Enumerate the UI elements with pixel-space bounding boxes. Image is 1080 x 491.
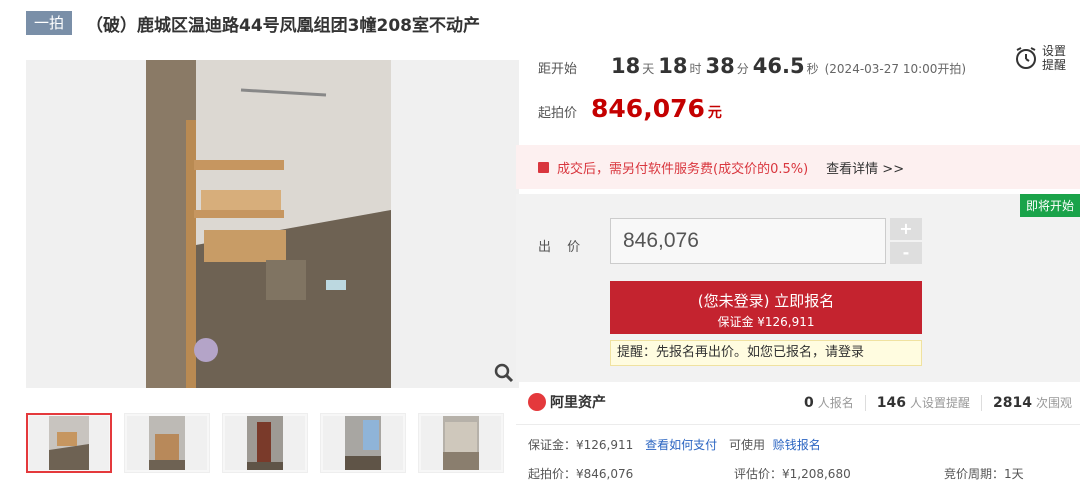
- main-property-image[interactable]: [26, 60, 519, 388]
- thumbnail-5[interactable]: [418, 413, 504, 473]
- bid-amount-input[interactable]: [610, 218, 886, 264]
- bid-stepper: + -: [890, 218, 922, 264]
- countdown-hours-unit: 时: [689, 62, 702, 76]
- how-to-pay-link[interactable]: 查看如何支付: [645, 438, 717, 452]
- view-count: 2814: [993, 394, 1032, 411]
- countdown-minutes-unit: 分: [736, 62, 749, 76]
- decrease-bid-button[interactable]: -: [890, 242, 922, 264]
- start-price-label: 起拍价: [538, 106, 578, 121]
- alarm-clock-icon: [1016, 47, 1036, 69]
- zoom-icon[interactable]: [493, 362, 515, 384]
- countdown-seconds: 46.5: [752, 54, 805, 78]
- countdown-hours: 18: [658, 54, 688, 78]
- brand-name: 阿里资产: [550, 395, 606, 411]
- register-now-button[interactable]: (您未登录) 立即报名 保证金 ¥126,911: [610, 281, 922, 334]
- title-row: 一拍 （破）鹿城区温迪路44号凤凰组团3幢208室不动产: [26, 10, 480, 36]
- thumbnail-strip: [26, 413, 504, 473]
- countdown-seconds-unit: 秒: [806, 62, 819, 76]
- thumbnail-1[interactable]: [26, 413, 112, 473]
- login-tip: 提醒：先报名再出价。如您已报名，请登录: [610, 340, 922, 366]
- bidding-cycle: 竞价周期：1天: [944, 467, 1024, 481]
- start-time-note: (2024-03-27 10:00开拍): [824, 62, 967, 76]
- view-count-label: 次围观: [1035, 396, 1072, 410]
- countdown-days-unit: 天: [642, 62, 655, 76]
- countdown-label: 距开始: [538, 62, 578, 77]
- ali-assets-logo: 阿里资产: [528, 392, 606, 412]
- bag-icon: [538, 161, 549, 173]
- notice-text: 成交后，需另付软件服务费(成交价的0.5%): [557, 161, 809, 177]
- divider: [981, 394, 983, 411]
- reminder-label: 设置提醒: [1042, 44, 1067, 72]
- deposit-row: 保证金：¥126,911 查看如何支付 可使用 赊钱报名: [528, 436, 821, 453]
- countdown-minutes: 38: [705, 54, 735, 78]
- reminder-count: 146: [876, 394, 906, 411]
- service-fee-notice: 成交后，需另付软件服务费(成交价的0.5%) 查看详情 >>: [516, 145, 1080, 189]
- start-price-detail: 起拍价：¥846,076: [528, 467, 634, 481]
- thumbnail-4[interactable]: [320, 413, 406, 473]
- start-price: 起拍价 846,076 元: [538, 94, 722, 123]
- signup-count-label: 人报名: [817, 396, 854, 410]
- set-reminder-button[interactable]: 设置提醒: [1014, 44, 1068, 72]
- stats-counters: 0 人报名 146 人设置提醒 2814 次围观: [804, 394, 1072, 411]
- available-text: 可使用: [728, 438, 765, 452]
- loan-signup-link[interactable]: 赊钱报名: [773, 438, 821, 452]
- view-details-link[interactable]: 查看详情 >>: [826, 158, 904, 177]
- countdown: 距开始 18 天 18 时 38 分 46.5 秒 (2024-03-27 10…: [538, 54, 966, 78]
- thumbnail-3[interactable]: [222, 413, 308, 473]
- deposit-sublabel: 保证金 ¥126,911: [717, 315, 815, 329]
- ali-logo-icon: [528, 393, 546, 411]
- bid-panel: 即将开始 出 价 + - (您未登录) 立即报名 保证金 ¥126,911 提醒…: [516, 194, 1080, 382]
- appraisal-price: 评估价：¥1,208,680: [734, 467, 851, 481]
- section-divider: [516, 424, 1080, 425]
- countdown-days: 18: [611, 54, 641, 78]
- stats-row: 阿里资产 0 人报名 146 人设置提醒 2814 次围观: [516, 388, 1080, 418]
- deposit-text: 保证金：¥126,911: [528, 438, 634, 452]
- divider: [864, 394, 866, 411]
- signup-count: 0: [804, 394, 814, 411]
- auction-round-badge: 一拍: [26, 11, 73, 35]
- increase-bid-button[interactable]: +: [890, 218, 922, 240]
- page-title: （破）鹿城区温迪路44号凤凰组团3幢208室不动产: [86, 15, 480, 36]
- thumbnail-2[interactable]: [124, 413, 210, 473]
- status-badge: 即将开始: [1019, 194, 1080, 217]
- bid-label: 出 价: [538, 240, 587, 255]
- reminder-count-label: 人设置提醒: [910, 396, 971, 410]
- start-price-unit: 元: [707, 105, 722, 121]
- start-price-value: 846,076: [591, 94, 705, 123]
- register-button-label: (您未登录) 立即报名: [697, 292, 835, 310]
- auction-info: 距开始 18 天 18 时 38 分 46.5 秒 (2024-03-27 10…: [516, 40, 1080, 144]
